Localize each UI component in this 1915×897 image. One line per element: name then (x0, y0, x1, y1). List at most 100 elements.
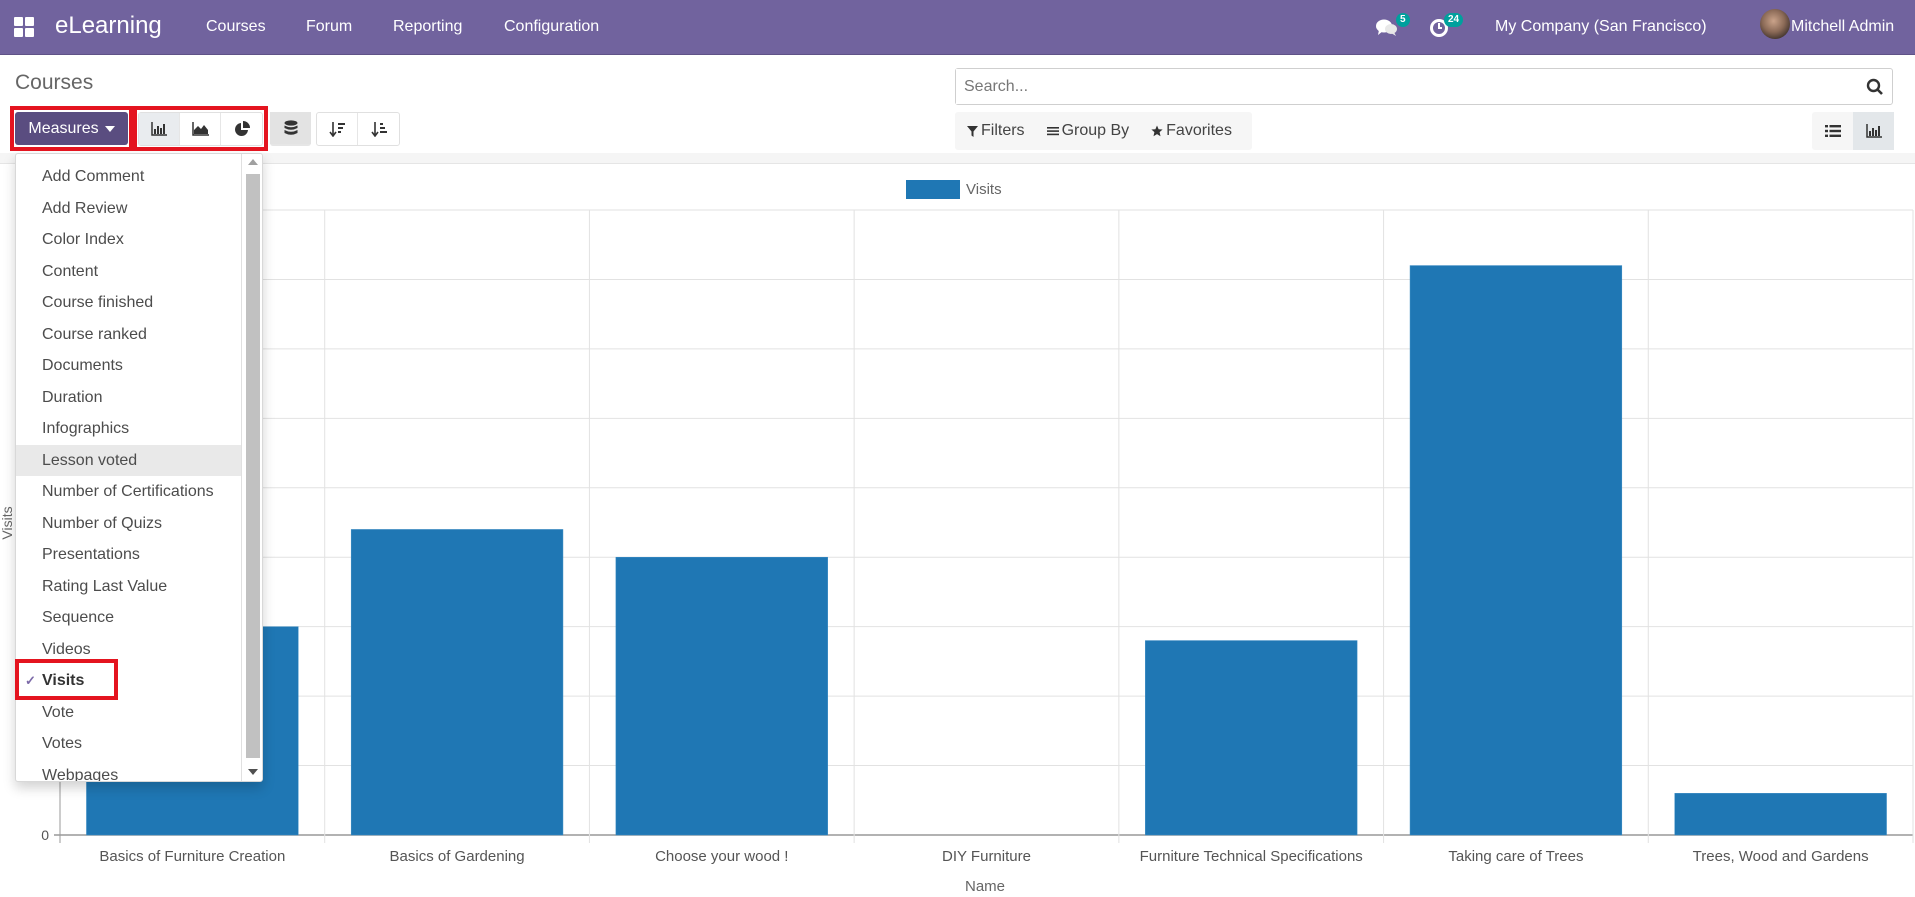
measure-item-course-ranked[interactable]: Course ranked (16, 319, 241, 350)
measure-item-vote[interactable]: Vote (16, 697, 241, 728)
measure-item-webpages[interactable]: Webpages (16, 760, 241, 782)
sort-group (316, 112, 400, 146)
x-tick-label: Trees, Wood and Gardens (1693, 848, 1869, 865)
scroll-down-arrow-icon[interactable] (248, 769, 258, 775)
measure-item-label: Infographics (42, 420, 130, 437)
bar-chart-icon (151, 122, 167, 136)
favorites-label: Favorites (1166, 122, 1232, 139)
bar-chart: Basics of Furniture Creation Basics of Ga… (0, 180, 1914, 895)
measure-item-label: Vote (42, 703, 75, 721)
measure-item-content[interactable]: Content (16, 256, 241, 287)
x-tick-label: Basics of Gardening (390, 848, 525, 865)
caret-down-icon (104, 125, 115, 132)
control-panel-separator (0, 153, 1915, 163)
measure-item-duration[interactable]: Duration (16, 382, 241, 413)
group-by-button[interactable]: Group By (1046, 122, 1130, 140)
measure-item-label: Presentations (42, 546, 140, 563)
bar-taking-care-of-trees[interactable] (1409, 265, 1623, 836)
measure-item-label: Add Comment (42, 168, 145, 185)
filter-icon (967, 125, 978, 137)
messages-menu[interactable]: 5 (1376, 0, 1410, 55)
measure-item-label: Sequence (42, 609, 115, 626)
y-tick-label: 0 (41, 827, 49, 843)
x-tick-label: Taking care of Trees (1448, 848, 1583, 865)
bar-trees-wood-and-gardens[interactable] (1674, 793, 1887, 836)
bar-choose-your-wood-[interactable] (615, 556, 828, 836)
measure-item-label: Number of Quizs (42, 514, 163, 532)
pie-chart-button[interactable] (221, 113, 262, 145)
measure-item-infographics[interactable]: Infographics (16, 413, 241, 444)
bar-furniture-technical-specifications[interactable] (1145, 640, 1358, 836)
legend[interactable]: Visits (906, 180, 1002, 199)
chart-type-group (138, 112, 263, 146)
measure-item-label: Duration (42, 388, 103, 406)
measure-item-visits[interactable]: ✓ Visits (16, 665, 241, 696)
dropdown-scrollbar[interactable] (241, 154, 262, 781)
stacked-toggle-group (270, 112, 311, 146)
legend-label-visits: Visits (966, 181, 1002, 198)
bar-chart-icon (1865, 124, 1882, 138)
x-tick-label: Choose your wood ! (655, 848, 788, 865)
measure-item-rating-last-value[interactable]: Rating Last Value (16, 571, 241, 602)
scrollbar-thumb[interactable] (246, 174, 260, 758)
view-switcher (1812, 112, 1894, 150)
measure-item-number-of-certifications[interactable]: Number of Certifications (16, 476, 241, 507)
app-switcher-icon[interactable] (14, 17, 34, 37)
sort-amount-down-icon (329, 122, 345, 137)
company-switcher[interactable]: My Company (San Francisco) (1495, 18, 1707, 36)
measure-item-votes[interactable]: Votes (16, 728, 241, 759)
measure-item-presentations[interactable]: Presentations (16, 539, 241, 570)
menu-reporting[interactable]: Reporting (393, 18, 462, 36)
measure-item-lesson-voted[interactable]: Lesson voted (16, 444, 241, 476)
menu-configuration[interactable]: Configuration (504, 18, 599, 36)
menu-forum[interactable]: Forum (306, 18, 352, 36)
measures-label: Measures (28, 119, 99, 137)
measure-item-label: Content (42, 262, 99, 280)
user-avatar[interactable] (1760, 9, 1790, 39)
stacked-button[interactable] (270, 112, 311, 144)
page-title: Courses (15, 71, 94, 94)
measure-item-documents[interactable]: Documents (16, 350, 241, 381)
measure-item-label: Color Index (42, 231, 124, 248)
measure-item-number-of-quizs[interactable]: Number of Quizs (16, 508, 241, 539)
measure-item-color-index[interactable]: Color Index (16, 224, 241, 255)
messages-badge: 5 (1396, 13, 1410, 27)
bar-basics-of-gardening[interactable] (350, 529, 564, 836)
search-options-bar: Filters Group By Favorites (955, 112, 1252, 150)
activities-menu[interactable]: 24 (1429, 0, 1469, 55)
measure-item-add-comment[interactable]: Add Comment (16, 161, 241, 192)
search-icon[interactable] (1866, 78, 1884, 96)
y-axis-title: Visits (0, 506, 15, 539)
search-box (955, 68, 1893, 105)
app-name[interactable]: eLearning (55, 12, 162, 40)
favorites-button[interactable]: Favorites (1151, 122, 1232, 140)
star-icon (1151, 125, 1163, 137)
scroll-up-arrow-icon[interactable] (248, 159, 258, 165)
measure-item-label: Lesson voted (42, 451, 138, 469)
group-by-label: Group By (1061, 122, 1130, 139)
menu-courses[interactable]: Courses (206, 18, 266, 36)
x-tick-label: DIY Furniture (942, 848, 1031, 865)
measure-item-label: Rating Last Value (42, 577, 168, 595)
list-view-button[interactable] (1812, 112, 1853, 150)
top-navbar: eLearning Courses Forum Reporting Config… (0, 0, 1915, 55)
bars (86, 265, 1887, 836)
measure-item-label: Course ranked (42, 325, 147, 343)
measure-item-course-finished[interactable]: Course finished (16, 287, 241, 318)
measure-item-sequence[interactable]: Sequence (16, 602, 241, 633)
bar-chart-button[interactable] (139, 113, 180, 145)
sort-ascending-button[interactable] (358, 113, 399, 145)
user-menu[interactable]: Mitchell Admin (1791, 18, 1894, 36)
line-chart-button[interactable] (180, 113, 221, 145)
pie-chart-icon (234, 121, 250, 136)
grid (54, 209, 1914, 843)
sort-descending-button[interactable] (317, 113, 358, 145)
measures-button[interactable]: Measures (15, 112, 128, 145)
legend-swatch-visits (906, 180, 960, 199)
bars-icon (1046, 127, 1059, 136)
measure-item-add-review[interactable]: Add Review (16, 193, 241, 224)
search-input[interactable] (956, 69, 1836, 104)
filters-button[interactable]: Filters (967, 122, 1025, 140)
measure-item-videos[interactable]: Videos (16, 634, 241, 665)
graph-view-button[interactable] (1853, 112, 1894, 150)
